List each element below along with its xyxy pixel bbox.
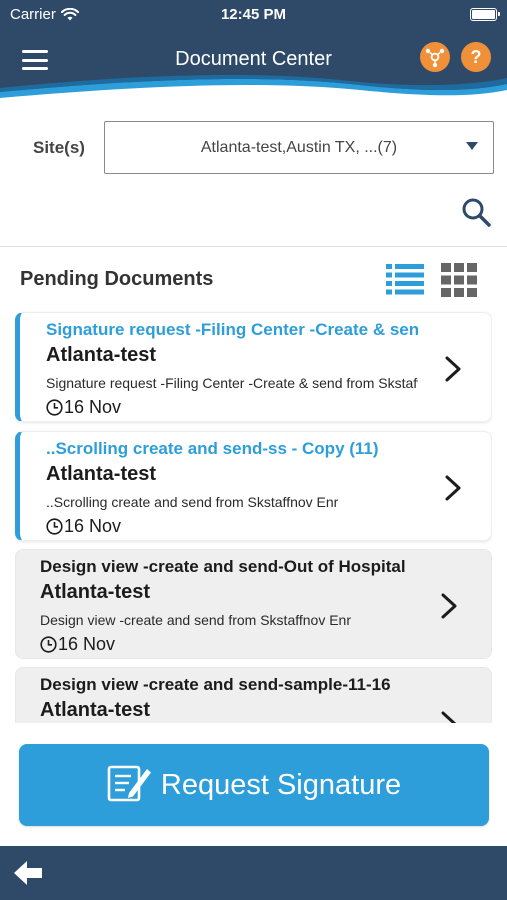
chevron-right-icon (441, 711, 457, 723)
site-select-dropdown[interactable]: Atlanta-test,Austin TX, ...(7) (104, 121, 494, 174)
site-select-value: Atlanta-test,Austin TX, ...(7) (200, 138, 398, 156)
section-divider (0, 246, 507, 247)
document-site: Atlanta-test (46, 463, 157, 485)
back-arrow-icon[interactable] (12, 858, 44, 888)
help-icon[interactable]: ? (461, 42, 491, 72)
bottom-toolbar (0, 846, 507, 900)
request-signature-label: Request Signature (160, 768, 402, 801)
document-card[interactable]: ..Scrolling create and send-ss - Copy (1… (15, 431, 492, 541)
chevron-right-icon (441, 593, 457, 619)
list-view-icon[interactable] (386, 263, 424, 295)
document-subject: Design view -create and send-sample-11-1… (40, 675, 391, 694)
app-header: Carrier 12:45 PM Document Center ? (0, 0, 507, 112)
chevron-down-icon (466, 142, 478, 150)
sign-document-icon (107, 765, 151, 802)
battery-icon (470, 8, 500, 21)
clock-icon (46, 518, 63, 535)
status-time: 12:45 PM (220, 6, 287, 23)
section-title: Pending Documents (20, 268, 214, 290)
document-card[interactable]: Signature request -Filing Center -Create… (15, 312, 492, 422)
document-subject: Signature request -Filing Center -Create… (46, 320, 418, 339)
document-card[interactable]: Design view -create and send-Out of Hosp… (15, 549, 492, 659)
document-date-text: 16 Nov (64, 397, 122, 417)
sites-network-glyph (425, 48, 445, 68)
document-date: 16 Nov (46, 397, 121, 418)
document-site: Atlanta-test (40, 581, 151, 603)
document-date: 16 Nov (40, 634, 115, 655)
help-glyph: ? (470, 46, 482, 67)
site-filter-label: Site(s) (33, 138, 85, 157)
search-icon[interactable] (460, 196, 492, 228)
document-description: Design view -create and send from Skstaf… (40, 612, 352, 628)
document-date: 16 Nov (46, 516, 121, 537)
document-subject: Design view -create and send-Out of Hosp… (40, 557, 406, 576)
document-date-text: 16 Nov (58, 634, 116, 654)
document-subject: ..Scrolling create and send-ss - Copy (1… (46, 439, 379, 458)
request-signature-button[interactable]: Request Signature (19, 744, 489, 826)
document-site: Atlanta-test (40, 699, 151, 721)
grid-view-icon[interactable] (441, 263, 477, 297)
clock-icon (40, 636, 57, 653)
document-card[interactable]: Design view -create and send-sample-11-1… (15, 667, 492, 723)
sites-network-icon[interactable] (420, 42, 450, 72)
chevron-right-icon (445, 356, 461, 382)
status-bar: Carrier 12:45 PM (0, 0, 507, 30)
clock-icon (46, 399, 63, 416)
document-date-text: 16 Nov (64, 516, 122, 536)
document-description: Signature request -Filing Center -Create… (46, 375, 418, 391)
document-description: ..Scrolling create and send from Skstaff… (46, 494, 339, 510)
document-list[interactable]: Signature request -Filing Center -Create… (15, 311, 492, 723)
chevron-right-icon (445, 475, 461, 501)
document-site: Atlanta-test (46, 344, 157, 366)
